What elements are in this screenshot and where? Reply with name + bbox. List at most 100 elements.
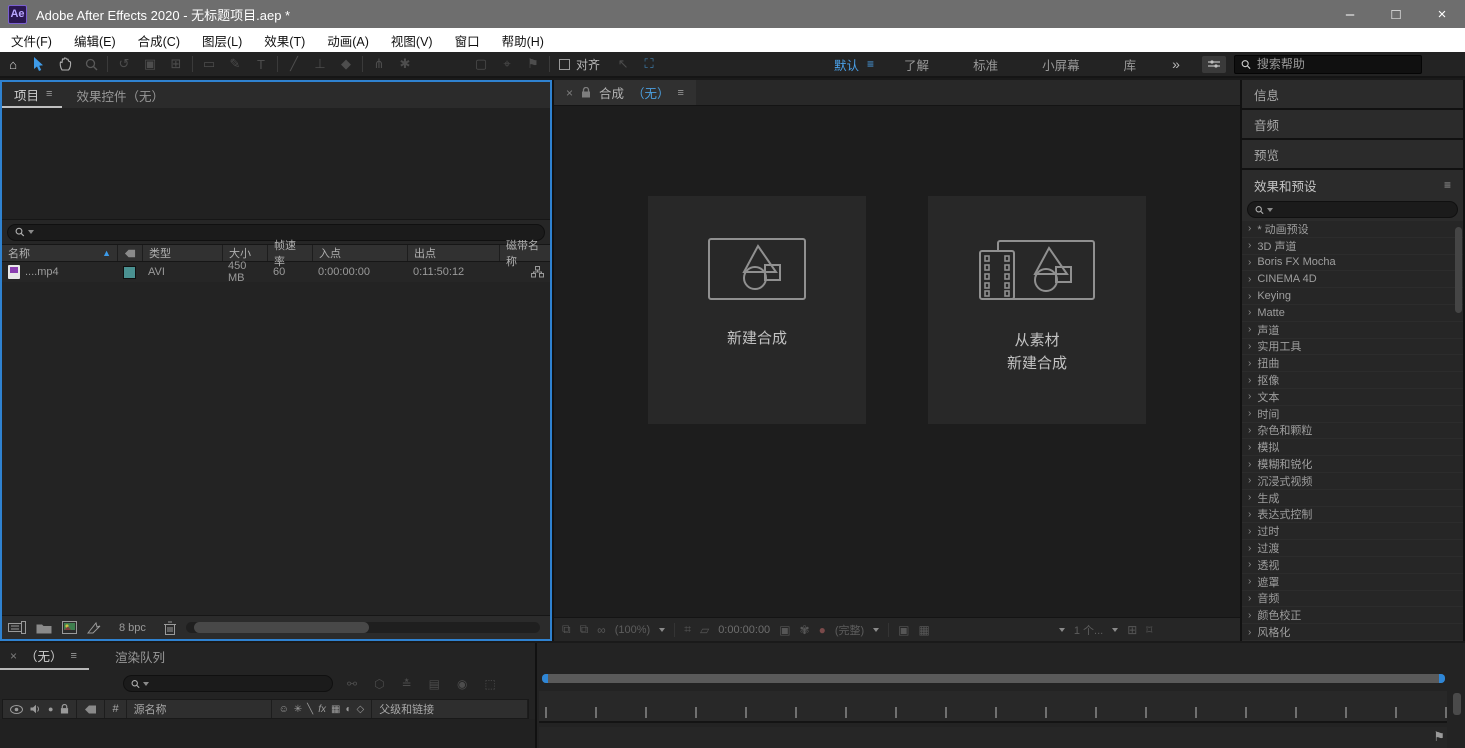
tab-project[interactable]: 项目 ≡ xyxy=(2,82,62,108)
label-color-swatch[interactable] xyxy=(123,266,136,279)
audio-icon[interactable] xyxy=(30,704,41,714)
list-item[interactable]: 过渡 xyxy=(1242,540,1463,557)
sort-ascending-icon[interactable]: ▲ xyxy=(102,248,111,258)
transparency-grid-icon[interactable]: ▦ xyxy=(919,623,930,637)
effects-panel-header[interactable]: 效果和预设 ≡ xyxy=(1242,170,1463,200)
view-layout-dropdown[interactable]: 1 个... xyxy=(1074,622,1103,638)
list-item[interactable]: 透视 xyxy=(1242,557,1463,574)
home-icon[interactable]: ⌂ xyxy=(0,52,26,76)
list-item[interactable]: 实用工具 xyxy=(1242,339,1463,356)
chevron-right-icon[interactable] xyxy=(1248,509,1251,520)
list-item[interactable]: 过时 xyxy=(1242,523,1463,540)
workspace-tab-libraries[interactable]: 库 xyxy=(1102,55,1159,74)
tab-render-queue[interactable]: 渲染队列 xyxy=(89,647,191,666)
clone-stamp-tool-icon[interactable]: ⊥ xyxy=(307,52,333,76)
chevron-right-icon[interactable] xyxy=(1248,324,1251,335)
panel-preview[interactable]: 预览 xyxy=(1242,140,1463,168)
column-fps[interactable]: 帧速率 xyxy=(267,245,312,261)
axis-mode-icon[interactable]: ▢ xyxy=(468,52,494,76)
chevron-right-icon[interactable] xyxy=(1248,442,1251,453)
list-item[interactable]: CINEMA 4D xyxy=(1242,271,1463,288)
column-name[interactable]: 名称 ▲ xyxy=(2,245,117,261)
chevron-right-icon[interactable] xyxy=(1248,610,1251,621)
rectangle-tool-icon[interactable]: ▭ xyxy=(196,52,222,76)
tab-close-icon[interactable]: × xyxy=(566,86,573,100)
list-item[interactable]: 抠像 xyxy=(1242,372,1463,389)
eye-icon[interactable] xyxy=(10,705,23,714)
interpret-footage-icon[interactable] xyxy=(8,621,26,634)
workspace-tab-standard[interactable]: 标准 xyxy=(951,55,1020,74)
horizontal-scrollbar[interactable] xyxy=(186,622,540,633)
align-checkbox[interactable] xyxy=(559,59,570,70)
help-search-input[interactable] xyxy=(1257,57,1415,71)
panel-audio[interactable]: 音频 xyxy=(1242,110,1463,138)
brush-tool-icon[interactable]: ╱ xyxy=(281,52,307,76)
list-item[interactable]: Matte xyxy=(1242,305,1463,322)
grid-guides-icon[interactable]: ⌗ xyxy=(684,622,691,637)
comp-marker-icon[interactable]: ⚑ xyxy=(1433,729,1445,745)
list-item[interactable]: * 动画预设 xyxy=(1242,221,1463,238)
dropdown-caret-icon[interactable] xyxy=(873,628,879,632)
list-item[interactable]: 生成 xyxy=(1242,490,1463,507)
solo-icon[interactable]: ● xyxy=(48,704,53,714)
frame-blending-icon[interactable]: ▤ xyxy=(429,677,440,691)
chevron-right-icon[interactable] xyxy=(1248,307,1251,318)
new-composition-from-footage-button[interactable]: 从素材 新建合成 xyxy=(928,196,1146,424)
menu-animation[interactable]: 动画(A) xyxy=(316,28,380,52)
snapshot-icon[interactable]: ▣ xyxy=(779,623,790,637)
chevron-right-icon[interactable] xyxy=(1248,408,1251,419)
panel-info[interactable]: 信息 xyxy=(1242,80,1463,108)
source-name-column[interactable]: 源名称 xyxy=(127,700,272,718)
menu-layer[interactable]: 图层(L) xyxy=(191,28,253,52)
workspace-tab-learn[interactable]: 了解 xyxy=(882,55,951,74)
menu-effect[interactable]: 效果(T) xyxy=(253,28,316,52)
chevron-right-icon[interactable] xyxy=(1248,543,1251,554)
menu-composition[interactable]: 合成(C) xyxy=(127,28,191,52)
chevron-right-icon[interactable] xyxy=(1248,475,1251,486)
minimize-button[interactable]: – xyxy=(1327,0,1373,28)
menu-window[interactable]: 窗口 xyxy=(444,28,491,52)
tab-timeline-none[interactable]: × （无） ≡ xyxy=(0,643,89,670)
chevron-right-icon[interactable] xyxy=(1248,274,1251,285)
collapse-transformations-icon[interactable]: ✳ xyxy=(294,704,302,715)
help-search[interactable] xyxy=(1234,55,1422,74)
workspace-tab-small-screen[interactable]: 小屏幕 xyxy=(1020,55,1102,74)
list-item[interactable]: 杂色和颗粒 xyxy=(1242,423,1463,440)
chevron-right-icon[interactable] xyxy=(1248,627,1251,638)
timeline-search-input[interactable] xyxy=(152,678,325,690)
dropdown-caret-icon[interactable] xyxy=(659,628,665,632)
chevron-right-icon[interactable] xyxy=(1248,559,1251,570)
chevron-right-icon[interactable] xyxy=(1248,223,1251,234)
tab-composition[interactable]: × 合成 （无） ≡ xyxy=(554,80,696,105)
chevron-right-icon[interactable] xyxy=(1248,391,1251,402)
time-navigator-bar[interactable] xyxy=(542,674,1445,683)
dropdown-caret-icon[interactable] xyxy=(1112,628,1118,632)
time-ruler[interactable] xyxy=(539,691,1447,723)
workspace-overflow-icon[interactable]: » xyxy=(1158,56,1194,72)
type-tool-icon[interactable]: T xyxy=(248,52,274,76)
lock-icon[interactable] xyxy=(60,704,69,714)
camera-tool-icon[interactable]: ▣ xyxy=(137,52,163,76)
column-type[interactable]: 类型 xyxy=(142,245,222,261)
chevron-right-icon[interactable] xyxy=(1248,358,1251,369)
shy-layers-icon[interactable]: ≛ xyxy=(402,677,412,691)
vertical-scrollbar-thumb[interactable] xyxy=(1453,693,1461,715)
search-options-caret-icon[interactable] xyxy=(28,230,34,234)
chevron-right-icon[interactable] xyxy=(1248,240,1251,251)
show-channel-icon[interactable]: ● xyxy=(819,623,826,637)
puppet-pin-tool-icon[interactable]: ✱ xyxy=(392,52,418,76)
menu-edit[interactable]: 编辑(E) xyxy=(63,28,127,52)
workspace-menu-icon[interactable]: ≡ xyxy=(867,57,874,71)
channel-glasses-icon[interactable]: ∞ xyxy=(597,623,606,637)
pen-tool-icon[interactable]: ✎ xyxy=(222,52,248,76)
list-item[interactable]: 模糊和锐化 xyxy=(1242,456,1463,473)
flag-mode-icon[interactable]: ⚑ xyxy=(520,52,546,76)
effects-search[interactable] xyxy=(1247,201,1458,218)
region-of-interest-icon[interactable]: ▣ xyxy=(898,623,909,637)
hand-tool-icon[interactable] xyxy=(52,52,78,76)
motion-blur-icon[interactable]: ◉ xyxy=(457,677,467,691)
main-viewer-icon[interactable]: ⧉ xyxy=(580,622,589,637)
fx-icon[interactable]: fx xyxy=(318,704,326,715)
search-options-caret-icon[interactable] xyxy=(143,682,149,686)
new-composition-button[interactable]: 新建合成 xyxy=(648,196,866,424)
